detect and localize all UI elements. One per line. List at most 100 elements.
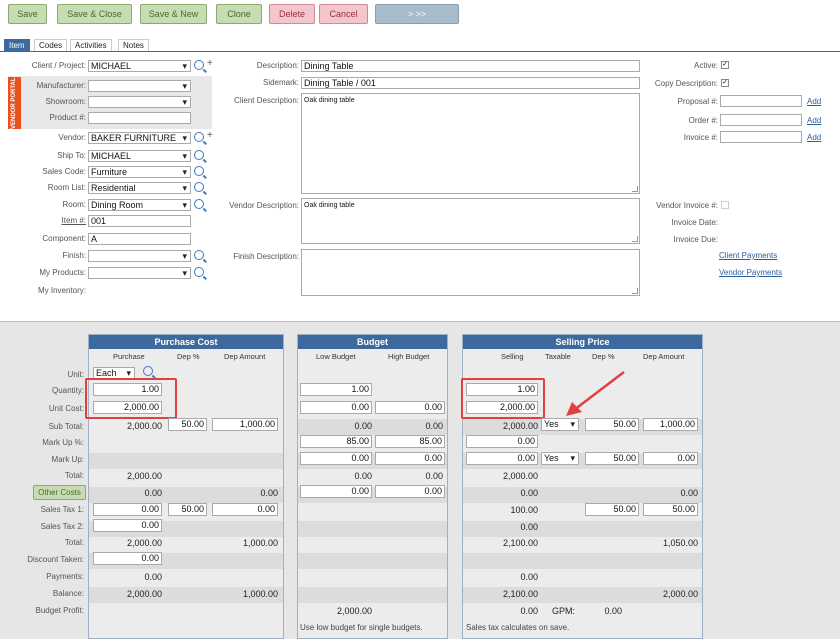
client-description-textarea[interactable]: Oak dining table [301,93,640,194]
selling-balance: 2,100.00 [502,589,538,599]
selling-markup-dep-pct-input[interactable]: 50.00 [585,452,639,465]
budget-markup-pct-high-input[interactable]: 85.00 [375,435,445,448]
search-icon[interactable] [194,60,204,70]
add-proposal-link[interactable]: Add [807,97,821,106]
showroom-select[interactable] [88,96,191,108]
gpm-label: GPM: [551,606,575,616]
clone-button[interactable]: Clone [216,4,262,24]
selling-tax1: 100.00 [510,505,538,515]
copy-description-checkbox[interactable]: ✓ [721,79,729,87]
active-checkbox[interactable]: ✓ [721,61,729,69]
budget-quantity-input[interactable]: 1.00 [300,383,372,396]
selling-markup-input[interactable]: 0.00 [466,452,538,465]
item-number-input[interactable]: 001 [88,215,191,227]
tab-notes[interactable]: Notes [118,39,149,51]
room-select[interactable]: Dining Room [88,199,191,211]
search-icon[interactable] [143,366,153,376]
budget-markup-low-input[interactable]: 0.00 [300,452,372,465]
vendor-invoice-label: Vendor Invoice #: [656,201,718,210]
purchase-sub-total: 2,000.00 [126,421,162,431]
purchase-tax2-input[interactable]: 0.00 [93,519,162,532]
selling-highlight-box [461,378,545,419]
other-costs-button[interactable]: Other Costs [33,485,86,500]
budget-total-low: 0.00 [354,471,372,481]
purchase-dep-pct-input[interactable]: 50.00 [168,418,207,431]
search-icon[interactable] [194,182,204,192]
selling-markup-taxable-select[interactable]: Yes [541,452,579,465]
client-project-select[interactable]: MICHAEL [88,60,191,72]
selling-markup-pct-input[interactable]: 0.00 [466,435,538,448]
add-order-link[interactable]: Add [807,116,821,125]
payments-label: Payments: [46,572,84,581]
component-input[interactable]: A [88,233,191,245]
search-icon[interactable] [194,150,204,160]
search-icon[interactable] [194,267,204,277]
purchase-total2-dep: 1,000.00 [242,538,278,548]
purchase-balance: 2,000.00 [126,589,162,599]
product-input[interactable] [88,112,191,124]
budget-markup-high-input[interactable]: 0.00 [375,452,445,465]
cancel-button[interactable]: Cancel [319,4,368,24]
budget-unit-cost-high-input[interactable]: 0.00 [375,401,445,414]
manufacturer-select[interactable] [88,80,191,92]
product-label: Product #: [49,113,86,122]
unit-label: Unit: [67,370,84,379]
selling-markup-dep-amount-input[interactable]: 0.00 [643,452,698,465]
room-label: Room: [62,200,86,209]
sales-code-select[interactable]: Furniture [88,166,191,178]
my-products-label: My Products: [39,268,86,277]
item-number-label[interactable]: Item #: [10,216,86,225]
selling-tax1-dep-pct-input[interactable]: 50.00 [585,503,639,516]
vendor-invoice-checkbox[interactable] [721,201,729,209]
search-icon[interactable] [194,132,204,142]
description-input[interactable]: Dining Table [301,60,640,72]
add-icon[interactable]: + [207,58,213,69]
vendor-select[interactable]: BAKER FURNITURE [88,132,191,144]
purchase-other-costs: 0.00 [144,488,162,498]
search-icon[interactable] [194,250,204,260]
room-list-select[interactable]: Residential [88,182,191,194]
budget-other-low-input[interactable]: 0.00 [300,485,372,498]
tab-divider [0,51,840,52]
purchase-discount-input[interactable]: 0.00 [93,552,162,565]
selling-total: 2,000.00 [502,471,538,481]
quantity-label: Quantity: [51,386,84,395]
sales-tax2-label: Sales Tax 2: [40,522,84,531]
finish-select[interactable] [88,250,191,262]
purchase-tax1-input[interactable]: 0.00 [93,503,162,516]
vendor-description-textarea[interactable]: Oak dining table [301,198,640,244]
save-button[interactable]: Save [8,4,47,24]
selling-tax1-dep-amount-input[interactable]: 50.00 [643,503,698,516]
order-input[interactable] [720,114,802,126]
ship-to-select[interactable]: MICHAEL [88,150,191,162]
budget-title: Budget [298,335,447,349]
search-icon[interactable] [194,199,204,209]
add-invoice-link[interactable]: Add [807,133,821,142]
invoice-input[interactable] [720,131,802,143]
vendor-payments-link[interactable]: Vendor Payments [719,268,782,277]
vendor-label: Vendor: [58,133,86,142]
selling-dep-amount-header: Dep Amount [643,352,685,361]
search-icon[interactable] [194,166,204,176]
budget-other-high-input[interactable]: 0.00 [375,485,445,498]
tab-activities[interactable]: Activities [70,39,112,51]
tab-codes[interactable]: Codes [34,39,68,51]
next-button[interactable]: > >> [375,4,459,24]
my-products-select[interactable] [88,267,191,279]
finish-description-textarea[interactable] [301,249,640,296]
save-new-button[interactable]: Save & New [140,4,207,24]
purchase-tax1-amount-input[interactable]: 0.00 [212,503,278,516]
purchase-dep-amount-input[interactable]: 1,000.00 [212,418,278,431]
selling-dep-amount-input[interactable]: 1,000.00 [643,418,698,431]
budget-markup-pct-low-input[interactable]: 85.00 [300,435,372,448]
unit-cost-label: Unit Cost: [48,404,84,413]
purchase-tax1-pct-input[interactable]: 50.00 [168,503,207,516]
save-close-button[interactable]: Save & Close [57,4,132,24]
sidemark-input[interactable]: Dining Table / 001 [301,77,640,89]
proposal-input[interactable] [720,95,802,107]
client-payments-link[interactable]: Client Payments [719,251,777,260]
delete-button[interactable]: Delete [269,4,315,24]
tab-item[interactable]: Item [4,39,30,51]
budget-unit-cost-low-input[interactable]: 0.00 [300,401,372,414]
add-icon[interactable]: + [207,130,213,141]
